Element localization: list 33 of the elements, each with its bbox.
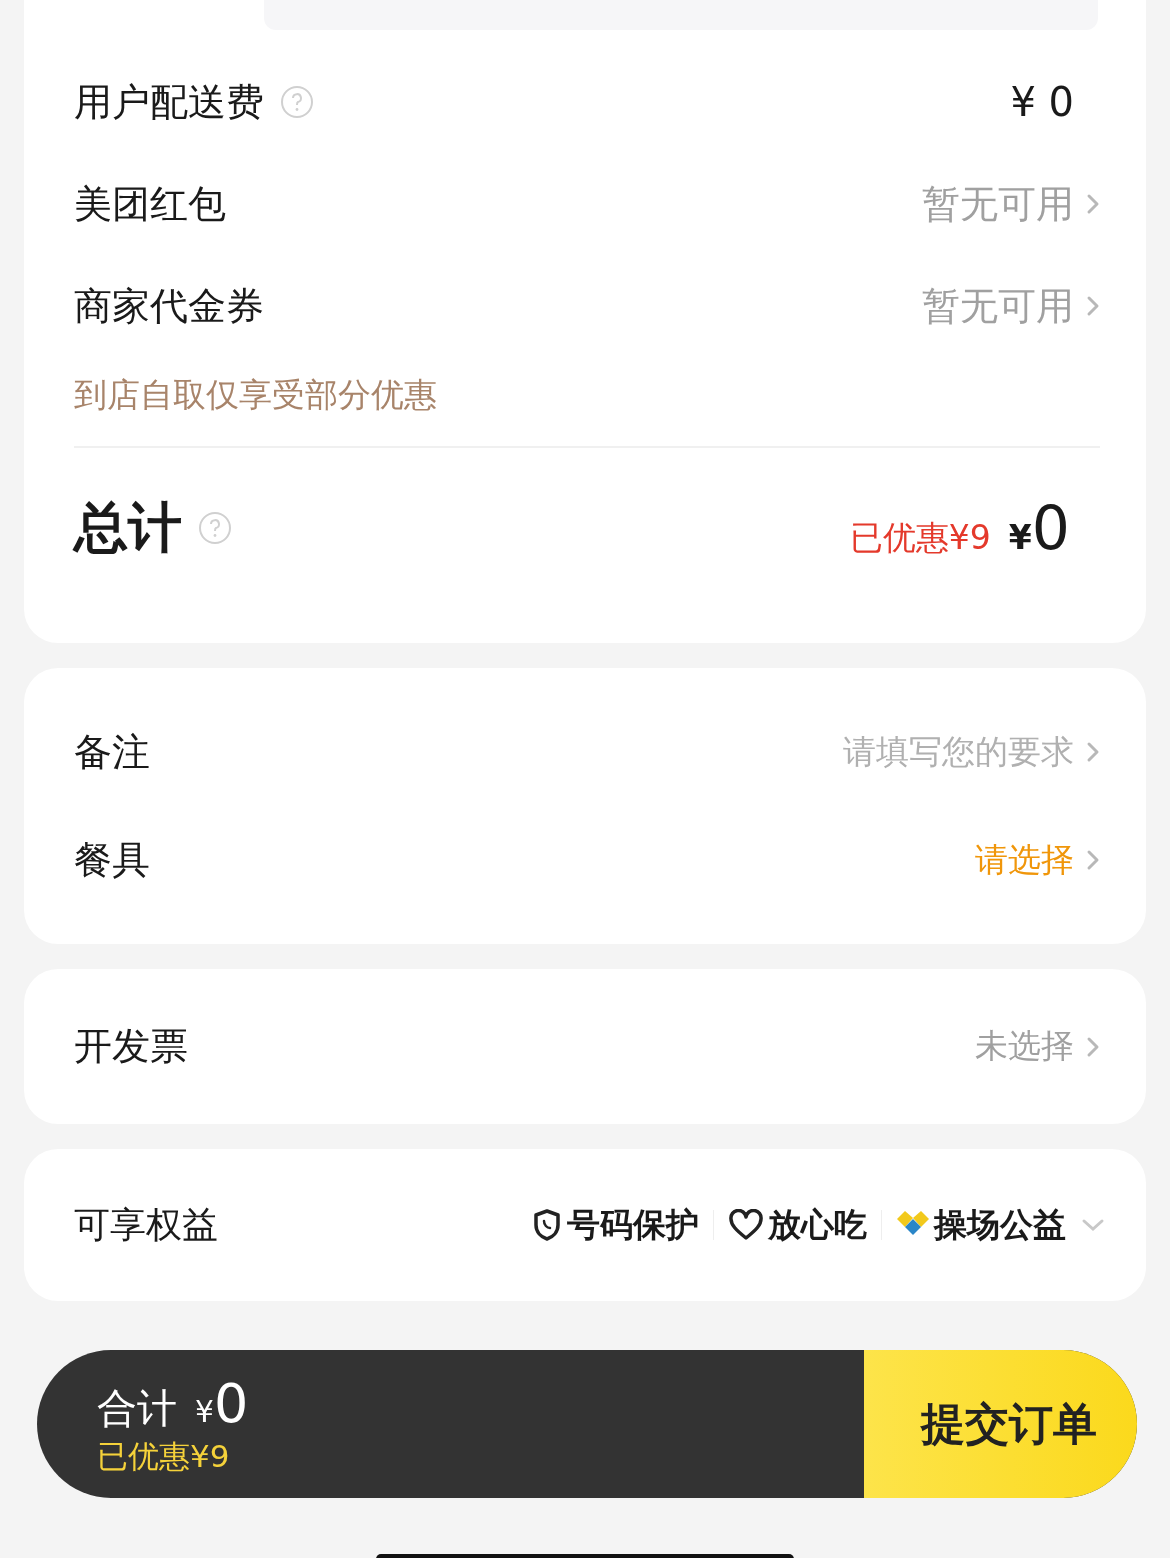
chevron-right-icon <box>1086 294 1100 318</box>
row-value[interactable]: 暂无可用 <box>922 178 1074 230</box>
total-label: 总计 <box>74 494 182 561</box>
benefit-text: 操场公益 <box>934 1203 1066 1246</box>
fee-amount: ¥ 0 <box>1010 79 1074 125</box>
submit-button[interactable]: 提交订单 <box>864 1350 1137 1498</box>
benefits-label: 可享权益 <box>74 1202 218 1247</box>
row-label: 商家代金券 <box>74 282 264 330</box>
chevron-right-icon <box>1086 848 1100 872</box>
heart-icon <box>728 1209 764 1241</box>
row-value[interactable]: 未选择 <box>975 1024 1074 1069</box>
row-value[interactable]: 请选择 <box>975 837 1074 883</box>
chevron-right-icon <box>1086 192 1100 216</box>
row-label: 美团红包 <box>74 180 226 228</box>
chevron-right-icon <box>1086 740 1100 764</box>
shield-icon <box>531 1208 563 1242</box>
benefit-text: 号码保护 <box>567 1203 699 1246</box>
discount-text: 已优惠¥9 <box>97 1437 231 1476</box>
row-label: 餐具 <box>74 836 150 884</box>
row-label: 开发票 <box>74 1023 188 1070</box>
help-icon[interactable] <box>280 85 314 119</box>
note-text: 到店自取仅享受部分优惠 <box>74 374 438 416</box>
discount-text: 已优惠¥9 <box>849 517 991 559</box>
row-label: 用户配送费 <box>74 78 264 126</box>
benefit-text: 放心吃 <box>768 1203 867 1246</box>
chevron-down-icon[interactable] <box>1080 1217 1106 1233</box>
row-label: 备注 <box>74 728 150 776</box>
help-icon[interactable] <box>198 511 232 545</box>
row-value[interactable]: 暂无可用 <box>922 280 1074 332</box>
total-amount: ¥0 <box>1008 493 1070 563</box>
total-label: 合计 <box>97 1384 177 1433</box>
row-value[interactable]: 请填写您的要求 <box>843 729 1074 775</box>
total-amount: ¥0 <box>195 1372 249 1435</box>
